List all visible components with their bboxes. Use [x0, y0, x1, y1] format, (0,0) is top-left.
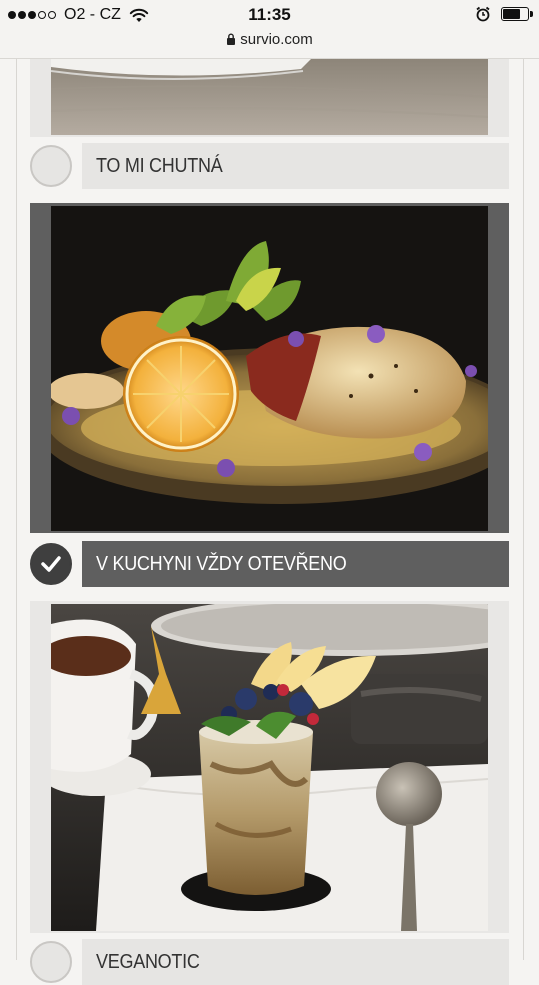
- option-radio[interactable]: [30, 941, 72, 983]
- option-label-box[interactable]: TO MI CHUTNÁ: [82, 143, 509, 189]
- food-photo-plate: [51, 59, 488, 135]
- option-row-1[interactable]: TO MI CHUTNÁ: [30, 143, 509, 189]
- food-photo-chicken: [51, 206, 488, 531]
- option-photo[interactable]: [51, 59, 488, 135]
- option-row-3[interactable]: VEGANOTIC: [30, 939, 509, 985]
- clock: 11:35: [248, 5, 291, 24]
- option-label-box[interactable]: V KUCHYNI VŽDY OTEVŘENO: [82, 541, 509, 587]
- option-label: VEGANOTIC: [96, 950, 200, 973]
- option-label: V KUCHYNI VŽDY OTEVŘENO: [96, 552, 347, 575]
- battery-icon: [501, 7, 533, 21]
- option-radio-checked[interactable]: [30, 543, 72, 585]
- left-rail: [16, 59, 17, 960]
- option-radio[interactable]: [30, 145, 72, 187]
- option-card-to-mi-chutna[interactable]: [30, 59, 509, 137]
- checkmark-icon: [41, 556, 61, 572]
- option-label-box[interactable]: VEGANOTIC: [82, 939, 509, 985]
- url-text: survio.com: [240, 31, 313, 48]
- food-photo-chia-pudding: [51, 604, 488, 931]
- option-label: TO MI CHUTNÁ: [96, 154, 223, 177]
- survey-option-list: TO MI CHUTNÁ V KUCHYNI VŽDY OTEVŘENO VEG…: [0, 59, 539, 985]
- right-rail: [523, 59, 524, 960]
- alarm-icon: [476, 6, 490, 22]
- status-icons: [475, 6, 533, 22]
- option-row-2[interactable]: V KUCHYNI VŽDY OTEVŘENO: [30, 541, 509, 587]
- status-bar: O2 - CZ 11:35 survio.com: [0, 0, 539, 59]
- lock-icon: [227, 33, 236, 45]
- option-photo[interactable]: [51, 604, 488, 931]
- option-card-veganotic[interactable]: [30, 601, 509, 933]
- address-bar[interactable]: survio.com: [0, 31, 539, 48]
- option-card-v-kuchyni[interactable]: [30, 203, 509, 533]
- option-photo[interactable]: [51, 206, 488, 531]
